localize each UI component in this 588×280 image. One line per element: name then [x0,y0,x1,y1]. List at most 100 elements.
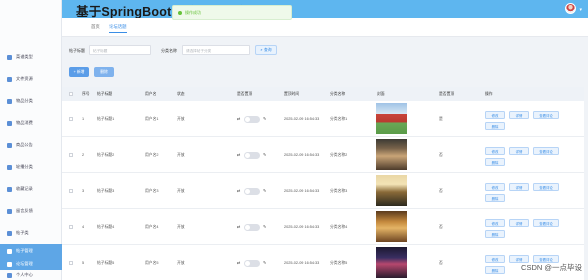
user-icon [7,272,12,278]
tab-home[interactable]: 首页 [91,24,100,30]
grid-icon [7,54,12,60]
edit-button[interactable]: 修改 [485,147,505,155]
query-button-label: 查询 [264,47,272,52]
cell-category: 分类名称2 [330,153,348,157]
sidebar-item-label: 物品分类 [16,98,33,103]
grid-icon [7,186,12,192]
pin-toggle[interactable] [244,116,260,123]
delete-row-button[interactable]: 删除 [485,230,505,238]
cell-user: 用户名4 [145,225,159,229]
cell-user: 用户名2 [145,153,159,157]
sidebar-item-profile[interactable]: 个人中心 [0,270,62,280]
edit-icon[interactable]: ✎ [263,152,266,157]
cell-index: 1 [82,117,85,121]
view-comments-button[interactable]: 查看评论 [533,111,559,119]
cell-user: 用户名5 [145,261,159,265]
edit-icon[interactable]: ✎ [263,116,266,121]
sidebar-item-label: 菜谱类型 [16,54,33,59]
sidebar-item-label: 物品消费 [16,120,33,125]
select-all-checkbox[interactable] [69,92,73,96]
cell-category: 分类名称5 [330,261,348,265]
post-table: 序号 帖子标题 用户名 状态 是否置顶 置顶时间 分类名称 封面 是否置顶 操作… [62,87,584,280]
cell-time: 2025-02-09 16:54:33 [284,225,320,229]
sidebar-item-label: 帖子类 [16,230,29,235]
table-header: 序号 帖子标题 用户名 状态 是否置顶 置顶时间 分类名称 封面 是否置顶 操作 [62,87,584,101]
sidebar-item-item-consume[interactable]: 物品消费 [0,112,62,134]
breadcrumb-tabs: 首页 论坛话题 [62,18,588,37]
edit-icon[interactable]: ✎ [263,224,266,229]
edit-icon[interactable]: ✎ [263,260,266,265]
table-row: 4 帖子标题4 用户名4 开放 ⇄ ✎ 2025-02-09 16:54:33 … [62,209,584,245]
delete-row-button[interactable]: 删除 [485,158,505,166]
sidebar-item-carousel[interactable]: 轮播分类 [0,156,62,178]
delete-row-button[interactable]: 删除 [485,122,505,130]
edit-button[interactable]: 修改 [485,111,505,119]
cell-user: 用户名1 [145,117,159,121]
edit-icon[interactable]: ✎ [263,188,266,193]
view-comments-button[interactable]: 查看评论 [533,183,559,191]
detail-button[interactable]: 详情 [509,147,529,155]
sidebar-item-favorites[interactable]: 收藏记录 [0,178,62,200]
sidebar-item-label: 留言反馈 [16,208,33,213]
grid-icon [7,208,12,214]
cell-title: 帖子标题2 [97,153,115,157]
delete-row-button[interactable]: 删除 [485,266,505,274]
sidebar-item-post-manage[interactable]: 帖子管理 [0,244,62,258]
delete-row-button[interactable]: 删除 [485,194,505,202]
add-button[interactable]: + 新增 [69,67,89,77]
row-checkbox[interactable] [69,261,73,265]
sidebar-item-feedback[interactable]: 留言反馈 [0,200,62,222]
pin-toggle[interactable] [244,188,260,195]
col-status: 状态 [177,92,185,96]
sidebar-item-notice[interactable]: 商品公告 [0,134,62,156]
cover-image [376,103,407,134]
cell-category: 分类名称1 [330,117,348,121]
sidebar-item-file-resource[interactable]: 文件资源 [0,68,62,90]
grid-icon [7,76,12,82]
view-comments-button[interactable]: 查看评论 [533,219,559,227]
detail-button[interactable]: 详情 [509,183,529,191]
cover-image [376,175,407,206]
sidebar-item-post-class[interactable]: 帖子类 [0,222,62,244]
cell-time: 2025-02-09 16:54:33 [284,261,320,265]
sidebar-item-item-category[interactable]: 物品分类 [0,90,62,112]
grid-icon [7,120,12,126]
pin-toggle[interactable] [244,224,260,231]
cell-status: 开放 [177,117,185,121]
sidebar: 菜谱类型 文件资源 物品分类 物品消费 商品公告 轮播分类 收藏记录 留言反馈 … [0,0,62,280]
pin-toggle[interactable] [244,260,260,267]
detail-button[interactable]: 详情 [509,219,529,227]
delete-button[interactable]: 删除 [94,67,114,77]
category-label: 分类名称 [161,48,177,53]
row-checkbox[interactable] [69,189,73,193]
edit-button[interactable]: 修改 [485,255,505,263]
row-checkbox[interactable] [69,153,73,157]
chevron-down-icon[interactable]: ▾ [579,7,582,13]
sidebar-item-forum-manage[interactable]: 论坛管理 [0,258,62,270]
edit-button[interactable]: 修改 [485,219,505,227]
success-toast: 操作成功 [172,5,292,20]
cell-title: 帖子标题3 [97,189,115,193]
switch-icon: ⇄ [237,260,241,265]
pin-toggle[interactable] [244,152,260,159]
sidebar-item-label: 收藏记录 [16,186,33,191]
cell-top: 是 [439,117,443,121]
view-comments-button[interactable]: 查看评论 [533,147,559,155]
category-select[interactable]: 请选择帖子分类 [182,45,250,55]
row-checkbox[interactable] [69,225,73,229]
cell-index: 3 [82,189,85,193]
row-checkbox[interactable] [69,117,73,121]
table-row: 5 帖子标题5 用户名5 开放 ⇄ ✎ 2025-02-09 16:54:33 … [62,245,584,280]
title-search-input[interactable]: 帖子标题 [89,45,151,55]
tab-forum-topic[interactable]: 论坛话题 [109,24,127,33]
sidebar-item-recipe-type[interactable]: 菜谱类型 [0,46,62,68]
grid-icon [7,248,12,254]
grid-icon [7,164,12,170]
cell-top: 否 [439,261,443,265]
detail-button[interactable]: 详情 [509,111,529,119]
edit-button[interactable]: 修改 [485,183,505,191]
cell-status: 开放 [177,189,185,193]
col-user: 用户名 [145,92,157,96]
avatar[interactable] [565,3,576,14]
query-button[interactable]: ⌕ 查询 [255,45,277,55]
